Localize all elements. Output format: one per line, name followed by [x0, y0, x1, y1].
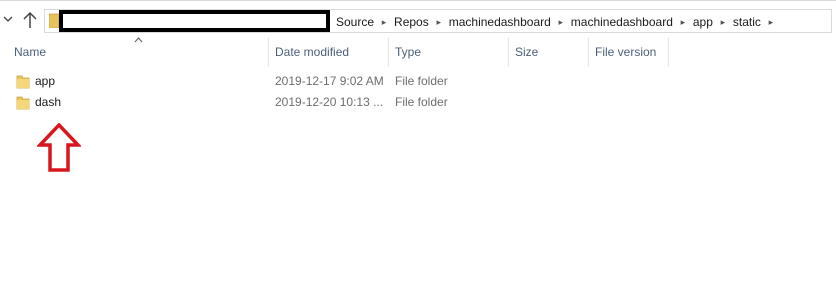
breadcrumb-static[interactable]: static	[732, 15, 762, 29]
redacted-path-box	[59, 10, 330, 32]
address-bar-row: Source ▸ Repos ▸ machinedashboard ▸ mach…	[0, 0, 836, 39]
list-item[interactable]: app 2019-12-17 9:02 AM File folder	[0, 71, 836, 92]
chevron-right-icon[interactable]: ▸	[375, 17, 393, 28]
annotation-arrow-up-icon	[37, 123, 81, 172]
column-divider[interactable]	[268, 38, 269, 66]
arrow-up-icon[interactable]	[21, 10, 39, 30]
column-divider[interactable]	[588, 38, 589, 66]
file-name: dash	[35, 95, 62, 109]
file-explorer-window: Source ▸ Repos ▸ machinedashboard ▸ mach…	[0, 0, 836, 300]
column-header-date-modified[interactable]: Date modified	[275, 45, 349, 59]
chevron-right-icon[interactable]: ▸	[430, 17, 448, 28]
chevron-right-icon[interactable]: ▸	[714, 17, 732, 28]
chevron-right-icon[interactable]: ▸	[762, 17, 780, 28]
column-header-file-version[interactable]: File version	[595, 45, 656, 59]
column-header-row: Name Date modified Type Size File versio…	[0, 37, 836, 68]
column-divider[interactable]	[508, 38, 509, 66]
folder-icon	[16, 75, 30, 89]
column-header-size[interactable]: Size	[515, 45, 538, 59]
breadcrumb-machinedashboard-2[interactable]: machinedashboard	[570, 15, 674, 29]
column-divider[interactable]	[668, 38, 669, 66]
chevron-down-icon[interactable]	[3, 14, 13, 24]
breadcrumb-source[interactable]: Source	[335, 15, 375, 29]
breadcrumb-repos[interactable]: Repos	[393, 15, 430, 29]
folder-icon	[16, 96, 30, 110]
sort-ascending-icon	[134, 37, 143, 43]
column-header-type[interactable]: Type	[395, 45, 421, 59]
file-type: File folder	[395, 95, 448, 109]
file-name: app	[35, 74, 56, 88]
column-header-name[interactable]: Name	[14, 45, 46, 59]
folder-icon	[49, 13, 59, 28]
list-item[interactable]: dash 2019-12-20 10:13 ... File folder	[0, 92, 836, 113]
file-type: File folder	[395, 74, 448, 88]
breadcrumb-app[interactable]: app	[692, 15, 714, 29]
breadcrumb: Source ▸ Repos ▸ machinedashboard ▸ mach…	[335, 14, 780, 30]
file-date-modified: 2019-12-20 10:13 ...	[275, 95, 384, 109]
file-date-modified: 2019-12-17 9:02 AM	[275, 74, 384, 88]
chevron-right-icon[interactable]: ▸	[552, 17, 570, 28]
column-divider[interactable]	[388, 38, 389, 66]
chevron-right-icon[interactable]: ▸	[674, 17, 692, 28]
breadcrumb-machinedashboard[interactable]: machinedashboard	[448, 15, 552, 29]
address-bar[interactable]: Source ▸ Repos ▸ machinedashboard ▸ mach…	[44, 9, 832, 33]
